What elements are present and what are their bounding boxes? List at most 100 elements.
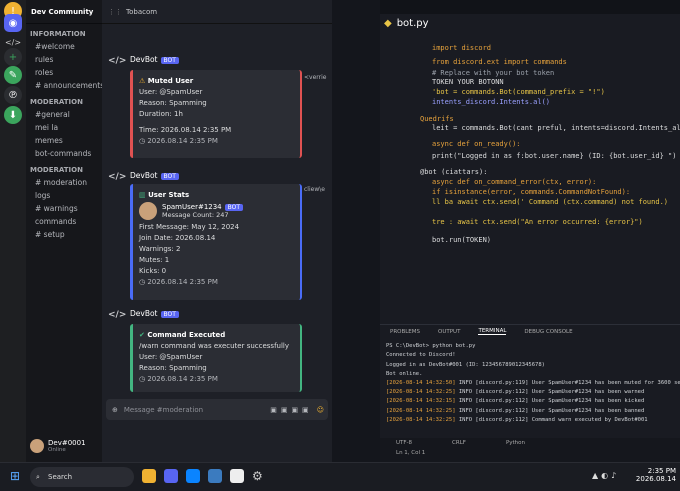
add-attachment-icon[interactable]: ⊕ [112,406,118,414]
channel-category[interactable]: MODERATION [26,96,102,108]
embed-muted: ⚠ Muted User User: @SpamUser Reason: Spa… [130,70,302,158]
discord-home-icon[interactable]: ◉ [4,14,22,32]
code-line[interactable]: tre : await ctx.send("An error occurred:… [432,218,662,226]
log-time: [2026-08-14 14:32:50] [386,379,456,386]
channel-item[interactable]: #general [26,108,102,121]
composer-tools-icon[interactable]: ▣▣▣▣ [270,406,312,414]
channel-sidebar: Dev Community INFORMATION #welcome rules ro… [26,0,128,462]
search-label: Search [48,473,73,481]
channel-category[interactable]: MODERATION [26,164,102,176]
channel-item[interactable]: #welcome [26,40,102,53]
code-line[interactable]: # Replace with your bot token [432,69,662,77]
windows-start-icon[interactable]: ⊞ [10,469,24,483]
embed-footer: ◷ 2026.08.14 2:35 PM [139,137,218,145]
channel-item[interactable]: rules [26,53,102,66]
file-explorer-icon[interactable] [142,469,156,483]
eol-status[interactable]: CRLF [452,440,466,446]
code-line[interactable]: ll ba await ctx.send(' Command (ctx.comm… [432,198,668,206]
code-line[interactable]: intents_discord.Intents.al() [432,98,662,106]
date: 2026.08.14 [635,475,676,483]
code-line[interactable]: async def on_ready(): [432,140,662,148]
channel-item[interactable]: # setup [26,228,102,241]
embed-row: First Message: May 12, 2024 [139,223,240,231]
channel-category[interactable]: INFORMATION [26,28,102,40]
time: 2:35 PM [647,467,676,475]
panel-tab[interactable]: DEBUG CONSOLE [524,329,572,335]
channel-item[interactable]: bot-commands [26,147,102,160]
tray-icons[interactable]: ▲◐♪ [592,471,619,480]
search-box[interactable]: ⌕ Search [30,467,134,487]
emoji-icon[interactable]: ☺ [317,406,324,414]
overflow-label: cliew\e [304,186,325,193]
hash-icon: ⋮⋮ [108,7,122,16]
code-line[interactable]: Quedrifs [420,115,650,123]
embed-stats: ▥ User Stats SpamUser#1234 BOT Message Co… [130,184,302,300]
code-line[interactable]: @bot (ciattars): [420,168,650,176]
channel-item[interactable]: # announcements [26,79,102,92]
code-line[interactable]: print("Logged in as f:bot.user.name} (ID… [432,152,676,160]
terminal-output[interactable]: PS C:\DevBot> python bot.py Connected to … [386,340,680,426]
bot-avatar-icon: </> [108,172,127,182]
code-line[interactable]: TOKEN YOUR BOTONN [432,78,662,86]
clock-icon: ◷ [139,278,146,286]
log-text: Logged in as DevBot#001 (ID: 12345678901… [386,361,545,368]
channel-item[interactable]: commands [26,215,102,228]
avatar [139,202,157,220]
bot-name: DevBot BOT [130,171,179,180]
panel-tab[interactable]: OUTPUT [438,329,460,335]
store-icon[interactable] [230,469,244,483]
pinterest-icon[interactable]: ℗ [4,86,22,104]
server-header[interactable]: Dev Community [26,0,102,24]
log-time: [2026-08-14 14:32:25] [386,407,456,414]
language-status[interactable]: Python [506,440,525,446]
stats-user: SpamUser#1234 BOT [162,203,244,211]
download-icon[interactable]: ⬇ [4,106,22,124]
embed-footer: ◷ 2026.08.14 2:35 PM [139,375,218,383]
code-line[interactable]: leit = commands.Bot(cant preful, intents… [432,124,680,132]
panel-tab[interactable]: TERMINAL [478,328,507,335]
log-text: Bot online. [386,370,423,377]
terminal-line: Bot online. [386,371,676,377]
terminal-line: PS C:\DevBot> python bot.py [386,343,676,349]
code-line[interactable]: async def on_command_error(ctx, error): [432,178,662,186]
discord-icon[interactable] [164,469,178,483]
log-text: INFO [discord.py:112] User SpamUser#1234… [458,398,645,405]
channel-item[interactable]: # moderation [26,176,102,189]
embed-footer: ◷ 2026.08.14 2:35 PM [139,278,218,286]
terminal-line: [2026-08-14 14:32:15] INFO [discord.py:1… [386,398,676,404]
server-rail: ! ◉ </> + ✎ ℗ ⬇ [0,0,26,462]
channel-item[interactable]: # warnings [26,202,102,215]
edit-icon[interactable]: ✎ [4,66,22,84]
clock[interactable]: 2:35 PM 2026.08.14 [630,467,676,483]
avatar[interactable] [30,439,44,453]
embed-row: /warn command was executer successfully [139,342,290,350]
encoding-status[interactable]: UTF-8 [396,440,412,446]
terminal-line: [2026-08-14 14:32:25] INFO [discord.py:1… [386,417,676,423]
python-icon: ◆ [384,18,392,29]
embed-title: ⚠ Muted User [139,77,194,85]
log-text: INFO [discord.py:112] User SpamUser#1234… [458,389,645,396]
message-composer[interactable]: ⊕ Message #moderation ▣▣▣▣ ☺ [106,399,328,420]
embed-title: ✔ Command Executed [139,331,226,339]
editor-titlebar [380,0,680,14]
code-line[interactable]: import discord [432,44,662,52]
clock-icon: ◷ [139,375,146,383]
settings-icon[interactable]: ⚙ [252,469,266,483]
channel-item[interactable]: memes [26,134,102,147]
channel-item[interactable]: logs [26,189,102,202]
python-icon[interactable] [208,469,222,483]
code-line[interactable]: bot.run(TOKEN) [432,236,662,244]
code-line[interactable]: 'bot = commands.Bot(command_prefix = "!"… [432,88,662,96]
panel-tab[interactable]: PROBLEMS [390,329,420,335]
code-editor: ◆ bot.py import discord from discord.ext … [380,0,680,462]
channel-item[interactable]: roles [26,66,102,79]
vscode-icon[interactable] [186,469,200,483]
code-line[interactable]: if isinstance(error, commands.CommandNot… [432,188,662,196]
cursor-status[interactable]: Ln 1, Col 1 [396,450,664,456]
channel-item[interactable]: mei la [26,121,102,134]
embed-row: User: @SpamUser [139,353,203,361]
embed-row: Warnings: 2 [139,245,181,253]
code-line[interactable]: from discord.ext import commands [432,58,662,66]
file-tab[interactable]: ◆ bot.py [384,18,429,29]
add-server-icon[interactable]: + [4,48,22,66]
